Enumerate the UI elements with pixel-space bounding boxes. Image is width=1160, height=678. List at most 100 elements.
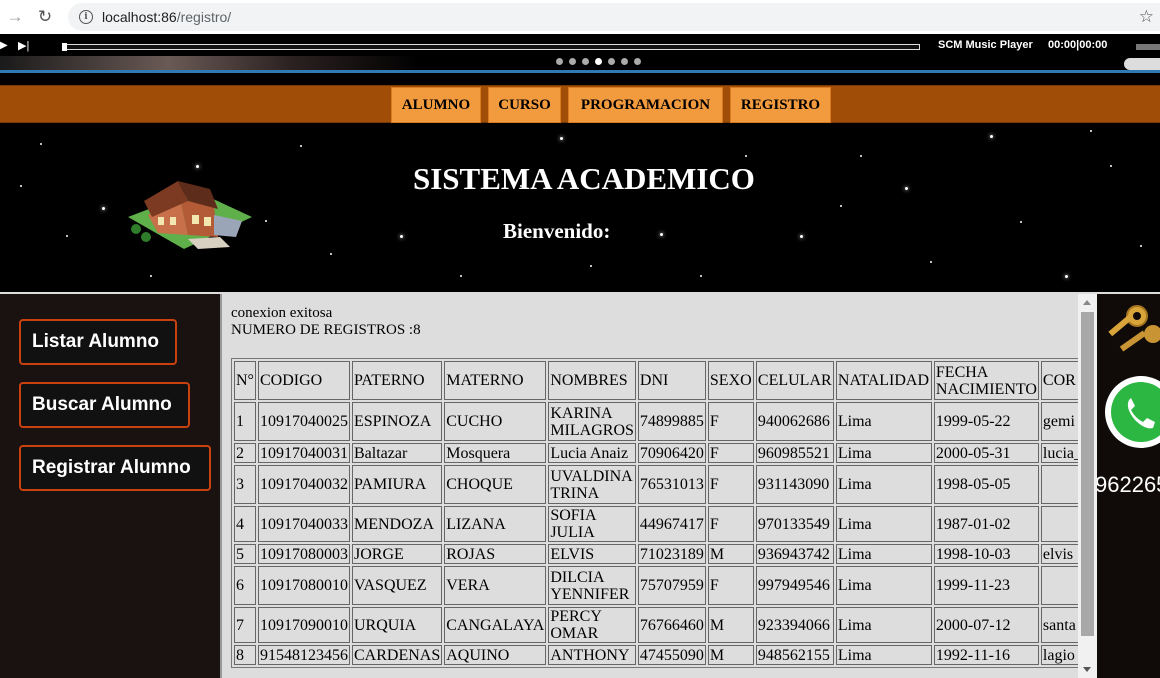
volume-bar[interactable] bbox=[1136, 44, 1160, 50]
whatsapp-number: 962265 bbox=[1097, 472, 1160, 497]
slide-dot[interactable] bbox=[556, 58, 563, 65]
column-header: N° bbox=[234, 361, 256, 400]
welcome-text: Bienvenido: bbox=[503, 219, 611, 243]
table-cell: 1 bbox=[234, 402, 256, 441]
column-header: SEXO bbox=[707, 361, 754, 400]
scroll-up-icon[interactable] bbox=[1083, 300, 1091, 305]
table-cell: 74899885 bbox=[637, 402, 706, 441]
scroll-down-icon[interactable] bbox=[1083, 667, 1091, 672]
table-cell: 970133549 bbox=[755, 506, 834, 542]
play-icon[interactable]: ▶ bbox=[0, 40, 8, 51]
students-table: N° CODIGO PATERNO MATERNO NOMBRES DNI SE… bbox=[231, 358, 1088, 668]
vertical-scrollbar[interactable] bbox=[1078, 294, 1097, 678]
table-cell: 70906420 bbox=[637, 443, 706, 463]
table-cell: M bbox=[707, 544, 754, 564]
connection-status: conexion exitosa bbox=[231, 305, 333, 321]
slide-dots bbox=[556, 58, 641, 65]
table-cell: F bbox=[707, 402, 754, 441]
table-cell: 76531013 bbox=[637, 465, 706, 504]
table-cell: Baltazar bbox=[352, 443, 443, 463]
table-cell: CANGALAYA bbox=[444, 607, 547, 643]
table-cell: 10917080003 bbox=[258, 544, 350, 564]
table-cell: 10917080010 bbox=[258, 566, 350, 605]
table-cell: ANTHONY bbox=[548, 645, 636, 665]
column-header: CODIGO bbox=[258, 361, 350, 400]
main-menu: ALUMNO CURSO PROGRAMACION REGISTRO bbox=[0, 85, 1160, 123]
table-cell: PERCY OMAR bbox=[548, 607, 636, 643]
table-cell: 2000-05-31 bbox=[933, 443, 1039, 463]
slide-dot[interactable] bbox=[621, 58, 628, 65]
table-cell: Lima bbox=[835, 607, 932, 643]
table-cell: Mosquera bbox=[444, 443, 547, 463]
table-cell: 8 bbox=[234, 645, 256, 665]
player-title: SCM Music Player bbox=[938, 39, 1033, 51]
menu-item-programacion[interactable]: PROGRAMACION bbox=[568, 87, 723, 123]
table-cell: 923394066 bbox=[755, 607, 834, 643]
table-cell: 47455090 bbox=[637, 645, 706, 665]
seek-knob[interactable] bbox=[62, 43, 67, 51]
slide-dot[interactable] bbox=[608, 58, 615, 65]
table-cell: ELVIS bbox=[548, 544, 636, 564]
table-row: 1 10917040025 ESPINOZA CUCHO KARINA MILAGROS… bbox=[234, 402, 1085, 441]
table-cell: F bbox=[707, 566, 754, 605]
browser-toolbar: → ↻ i localhost:86/registro/ ☆ bbox=[0, 0, 1160, 34]
reload-icon[interactable]: ↻ bbox=[34, 6, 56, 28]
forward-icon[interactable]: → bbox=[4, 6, 26, 28]
status-text: conexion exitosa NUMERO DE REGISTROS :8 bbox=[231, 305, 421, 339]
buscar-alumno-button[interactable]: Buscar Alumno bbox=[19, 382, 190, 428]
table-row: 6 10917080010 VASQUEZ VERA DILCIA YENNIFER 75… bbox=[234, 566, 1085, 605]
table-cell: JORGE bbox=[352, 544, 443, 564]
house-icon bbox=[128, 181, 252, 249]
header-banner: SISTEMA ACADEMICO Bienvenido: bbox=[0, 125, 1160, 292]
right-panel: 962265 bbox=[1097, 294, 1160, 678]
table-cell: Lima bbox=[835, 645, 932, 665]
whatsapp-icon bbox=[1105, 376, 1160, 448]
menu-item-alumno[interactable]: ALUMNO bbox=[391, 87, 481, 123]
slide-dot[interactable] bbox=[634, 58, 641, 65]
slide-dot[interactable] bbox=[582, 58, 589, 65]
table-cell: UVALDINA TRINA bbox=[548, 465, 636, 504]
table-cell: 1992-11-16 bbox=[933, 645, 1039, 665]
table-row: 8 91548123456 CARDENAS AQUINO ANTHONY 4745509… bbox=[234, 645, 1085, 665]
table-cell: M bbox=[707, 607, 754, 643]
registrar-alumno-button[interactable]: Registrar Alumno bbox=[19, 445, 211, 491]
table-cell: 10917040033 bbox=[258, 506, 350, 542]
table-cell: VASQUEZ bbox=[352, 566, 443, 605]
table-cell: M bbox=[707, 645, 754, 665]
table-header-row: N° CODIGO PATERNO MATERNO NOMBRES DNI SE… bbox=[234, 361, 1085, 400]
table-cell: 10917040031 bbox=[258, 443, 350, 463]
main-content: conexion exitosa NUMERO DE REGISTROS :8 … bbox=[220, 294, 1097, 678]
slide-dot-active[interactable] bbox=[595, 58, 602, 65]
scroll-thumb[interactable] bbox=[1081, 312, 1094, 636]
table-cell: ESPINOZA bbox=[352, 402, 443, 441]
table-cell: AQUINO bbox=[444, 645, 547, 665]
table-cell: 91548123456 bbox=[258, 645, 350, 665]
menu-item-curso[interactable]: CURSO bbox=[488, 87, 561, 123]
address-bar[interactable]: i localhost:86/registro/ ☆ bbox=[68, 3, 1160, 31]
table-cell: 3 bbox=[234, 465, 256, 504]
page-title: SISTEMA ACADEMICO bbox=[413, 161, 755, 196]
table-cell: 7 bbox=[234, 607, 256, 643]
table-cell: Lima bbox=[835, 506, 932, 542]
table-row: 5 10917080003 JORGE ROJAS ELVIS 71023189 M 9369… bbox=[234, 544, 1085, 564]
table-cell: 4 bbox=[234, 506, 256, 542]
table-cell: Lima bbox=[835, 402, 932, 441]
seek-bar[interactable] bbox=[62, 43, 920, 51]
menu-item-registro[interactable]: REGISTRO bbox=[730, 87, 831, 123]
table-cell: Lima bbox=[835, 465, 932, 504]
table-cell: 6 bbox=[234, 566, 256, 605]
table-cell: ROJAS bbox=[444, 544, 547, 564]
next-track-icon[interactable]: ▶| bbox=[18, 39, 29, 52]
table-cell: Lima bbox=[835, 443, 932, 463]
table-cell: 10917090010 bbox=[258, 607, 350, 643]
table-cell: Lima bbox=[835, 544, 932, 564]
table-cell: F bbox=[707, 443, 754, 463]
info-icon[interactable]: i bbox=[79, 10, 93, 24]
slide-dot[interactable] bbox=[569, 58, 576, 65]
table-cell: 44967417 bbox=[637, 506, 706, 542]
bookmark-star-icon[interactable]: ☆ bbox=[1139, 7, 1154, 27]
listar-alumno-button[interactable]: Listar Alumno bbox=[19, 319, 177, 365]
table-cell: LIZANA bbox=[444, 506, 547, 542]
column-header: NOMBRES bbox=[548, 361, 636, 400]
table-cell: 1998-10-03 bbox=[933, 544, 1039, 564]
